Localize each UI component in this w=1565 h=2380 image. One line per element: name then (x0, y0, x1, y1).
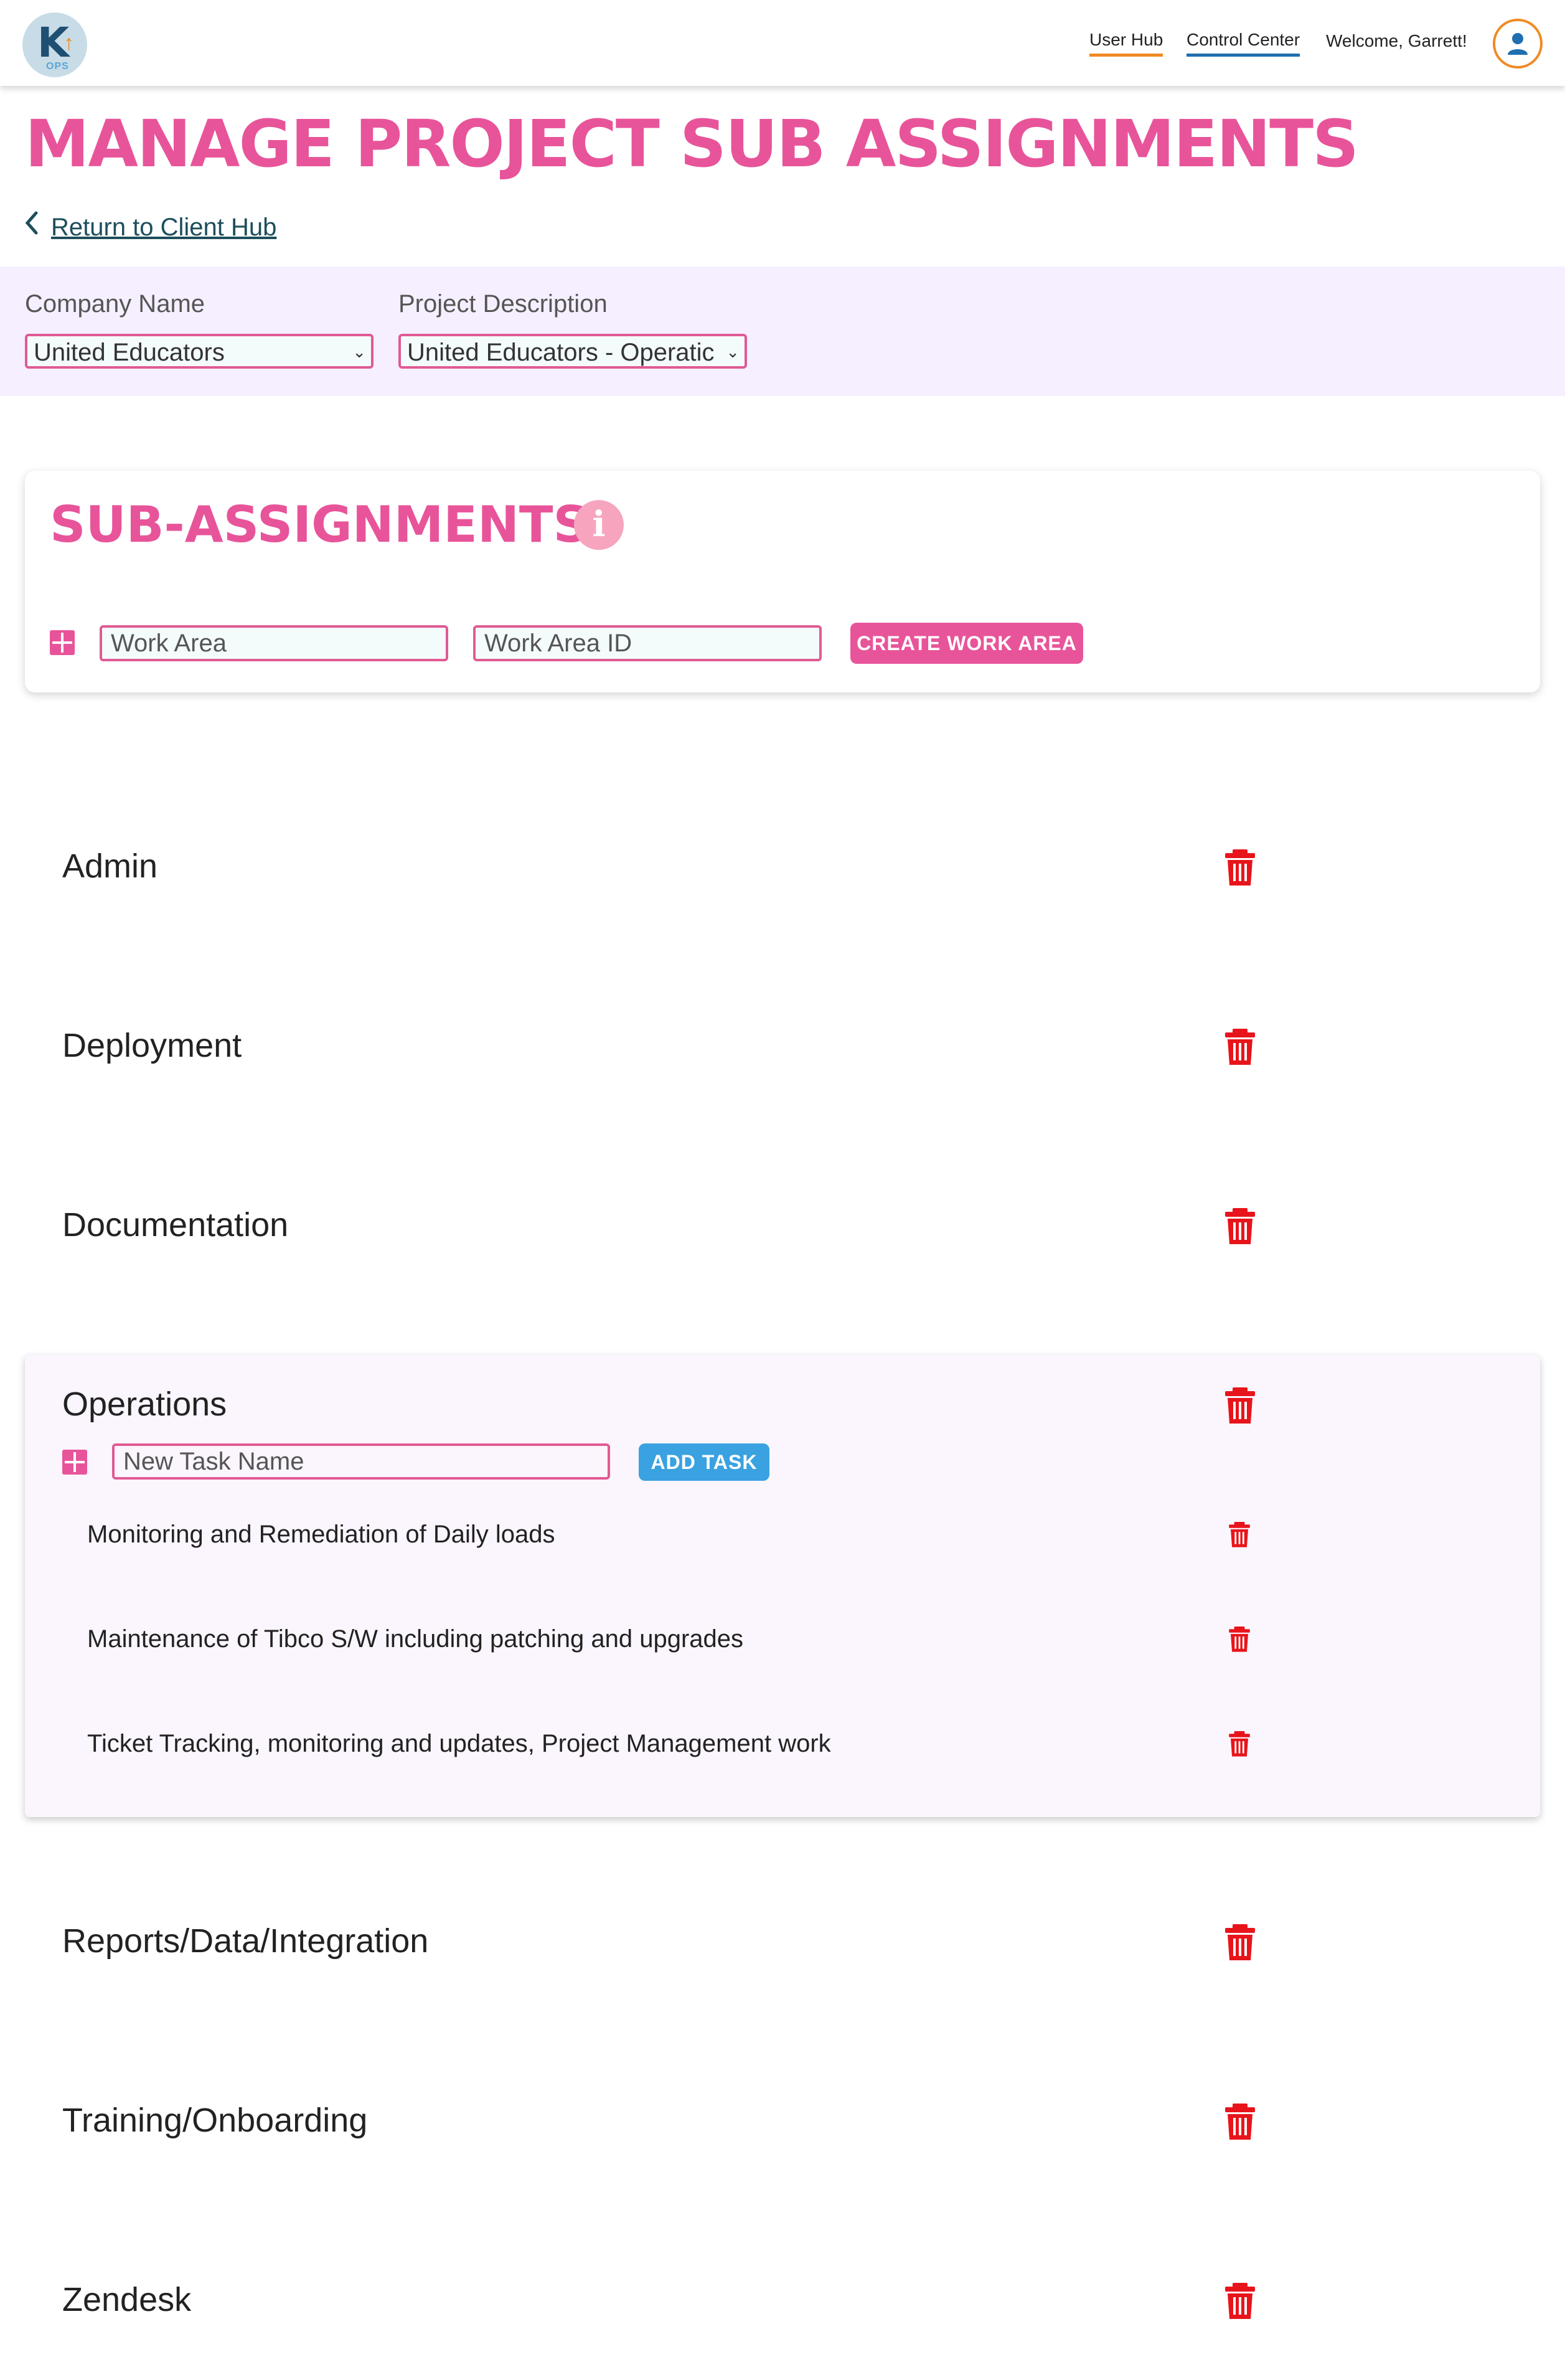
nav-link-control-center[interactable]: Control Center (1187, 30, 1300, 57)
sub-assignments-title: SUB-ASSIGNMENTS (50, 496, 590, 554)
user-avatar-button[interactable] (1493, 19, 1543, 68)
user-icon (1508, 33, 1528, 55)
delete-task-trash-icon[interactable] (1228, 1522, 1251, 1551)
nav-link-user-hub[interactable]: User Hub (1089, 30, 1163, 57)
company-name-label: Company Name (25, 290, 205, 318)
work-area-id-input[interactable] (473, 625, 822, 661)
return-to-client-hub-link[interactable]: Return to Client Hub (24, 210, 276, 242)
delete-task-trash-icon[interactable] (1228, 1627, 1251, 1656)
add-work-area-icon[interactable] (50, 630, 75, 655)
delete-work-area-trash-icon[interactable] (1224, 1208, 1256, 1249)
chevron-left-icon (24, 210, 51, 242)
company-name-value: United Educators (34, 339, 225, 366)
chevron-down-icon: ⌄ (726, 342, 740, 362)
work-area-name[interactable]: Reports/Data/Integration (62, 1922, 428, 1960)
company-name-select[interactable]: United Educators ⌄ (25, 334, 374, 369)
project-description-label: Project Description (398, 290, 608, 318)
work-area-name[interactable]: Documentation (62, 1206, 288, 1244)
create-work-area-button[interactable]: CREATE WORK AREA (850, 623, 1083, 664)
add-task-button[interactable]: ADD TASK (639, 1443, 769, 1481)
info-icon[interactable]: i (574, 500, 624, 550)
task-item: Monitoring and Remediation of Daily load… (87, 1521, 555, 1548)
delete-task-trash-icon[interactable] (1228, 1731, 1251, 1760)
work-area-name[interactable]: Zendesk (62, 2280, 191, 2319)
work-area-name[interactable]: Admin (62, 847, 157, 885)
return-link-label: Return to Client Hub (51, 214, 277, 241)
task-item: Maintenance of Tibco S/W including patch… (87, 1625, 744, 1653)
logo-subtext: OPS (46, 61, 69, 72)
delete-work-area-trash-icon[interactable] (1224, 1924, 1256, 1965)
welcome-message: Welcome, Garrett! (1326, 31, 1467, 50)
delete-work-area-trash-icon[interactable] (1224, 1029, 1256, 1069)
project-description-value: United Educators - Operatic (407, 339, 715, 366)
page-title: MANAGE PROJECT SUB ASSIGNMENTS (25, 106, 1359, 182)
work-area-name[interactable]: Operations (62, 1385, 227, 1424)
work-area-input[interactable] (100, 625, 448, 661)
filter-section (0, 267, 1565, 396)
delete-work-area-trash-icon[interactable] (1224, 2104, 1256, 2144)
work-area-name[interactable]: Training/Onboarding (62, 2101, 367, 2140)
top-navbar: K ↑ OPS User Hub Control Center Welcome,… (0, 0, 1565, 86)
work-area-name[interactable]: Deployment (62, 1026, 242, 1065)
delete-work-area-trash-icon[interactable] (1224, 2283, 1256, 2323)
new-task-name-input[interactable] (112, 1443, 610, 1480)
delete-work-area-trash-icon[interactable] (1224, 1387, 1256, 1428)
kt-ops-logo[interactable]: K ↑ OPS (22, 12, 87, 77)
chevron-down-icon: ⌄ (352, 342, 366, 361)
delete-work-area-trash-icon[interactable] (1224, 849, 1256, 890)
logo-arrow-icon: ↑ (63, 31, 74, 55)
task-item: Ticket Tracking, monitoring and updates,… (87, 1730, 831, 1757)
add-task-plus-icon[interactable] (62, 1450, 87, 1475)
project-description-select[interactable]: United Educators - Operatic ⌄ (398, 334, 747, 369)
